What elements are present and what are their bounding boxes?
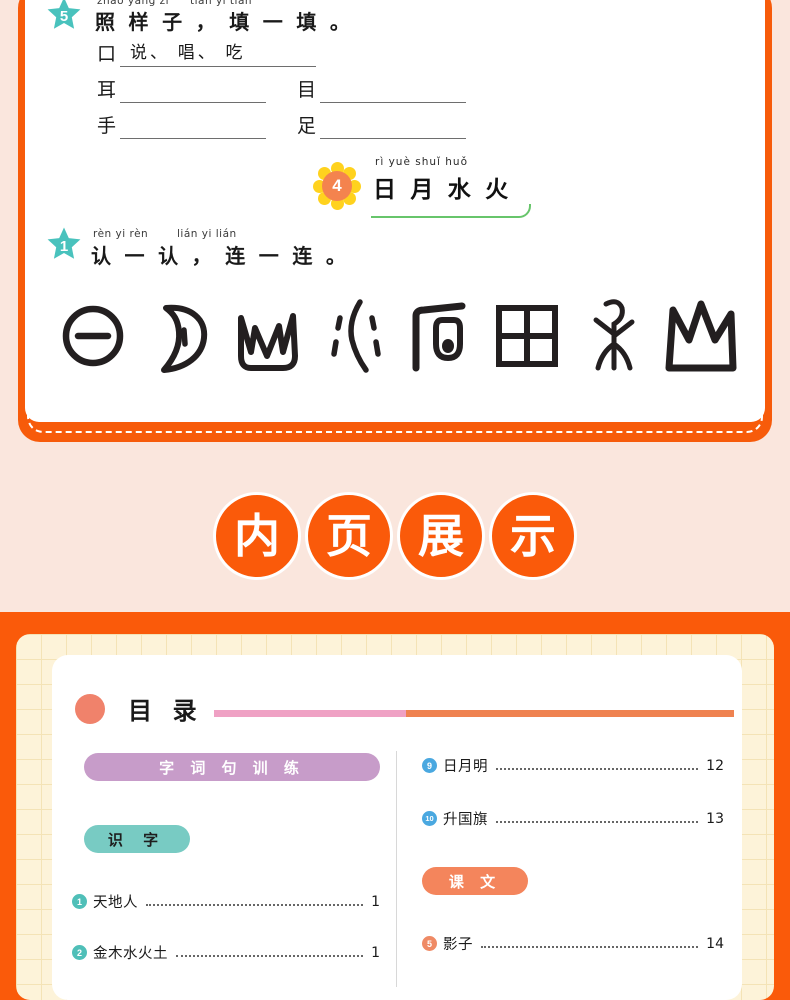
toc-sun-icon xyxy=(66,685,114,733)
toc-entry-shengguoqi[interactable]: 10 升国旗 13 xyxy=(422,808,724,829)
fill-blank-er[interactable] xyxy=(120,78,267,103)
toc-entry-page-2: 1 xyxy=(371,944,380,961)
fill-row-er: 耳 xyxy=(97,78,267,103)
fill-row-kou: 口 说、 唱、 吃 xyxy=(97,42,317,67)
worksheet-white-paper: 5 zhào yàng zi tián yi tián 照 样 子 ， 填 一 … xyxy=(25,0,765,422)
oracle-fire-icon[interactable] xyxy=(229,294,305,374)
toc-section-pill-zicijuxunlian[interactable]: 字 词 句 训 练 xyxy=(84,753,380,781)
toc-section-pill-kewen[interactable]: 课 文 xyxy=(422,867,528,895)
exercise-1-pinyin-left: rèn yi rèn xyxy=(93,228,149,240)
toc-sun-core xyxy=(75,694,105,724)
toc-entry-page-5: 14 xyxy=(706,935,724,952)
exercise-1-number: 1 xyxy=(59,238,69,255)
lesson-4-pinyin: rì yuè shuǐ huǒ xyxy=(375,156,469,168)
oracle-moon-icon[interactable] xyxy=(142,294,218,374)
exercise-1-pinyin-right: lián yi lián xyxy=(177,228,237,240)
fill-blank-zu[interactable] xyxy=(320,114,467,139)
toc-card: 目 录 字 词 句 训 练 识 字 1 天地人 1 2 金木水火土 1 9 日月… xyxy=(52,655,742,1000)
toc-entry-dots-10 xyxy=(496,814,699,823)
toc-rule-pink-segment xyxy=(214,710,406,717)
page-root: 5 zhào yàng zi tián yi tián 照 样 子 ， 填 一 … xyxy=(0,0,790,1000)
banner-char-3: 展 xyxy=(397,492,485,580)
sun-badge-icon: 4 xyxy=(313,162,361,210)
oracle-grain-icon[interactable] xyxy=(576,294,652,374)
toc-entry-jinmushuihuotu[interactable]: 2 金木水火土 1 xyxy=(72,942,380,963)
fill-row-mu: 目 xyxy=(297,78,467,103)
fill-blank-shou[interactable] xyxy=(120,114,267,139)
fill-char-mu: 目 xyxy=(297,80,317,101)
toc-entry-tiandiren[interactable]: 1 天地人 1 xyxy=(72,891,380,912)
oracle-glyph-row xyxy=(41,286,753,382)
toc-entry-number-9: 9 xyxy=(422,758,437,773)
toc-subsection-pill-shizi[interactable]: 识 字 xyxy=(84,825,190,853)
toc-entry-page-10: 13 xyxy=(706,810,724,827)
toc-right-column: 9 日月明 12 10 升国旗 13 课 文 5 影子 14 xyxy=(398,739,742,1000)
toc-entry-dots-2 xyxy=(176,948,364,957)
toc-entry-label-5: 影子 xyxy=(443,937,473,953)
lesson-4-underline xyxy=(371,204,531,218)
oracle-sun-icon[interactable] xyxy=(55,294,131,374)
exercise-5-number: 5 xyxy=(59,8,69,25)
fill-char-shou: 手 xyxy=(97,116,117,137)
exercise-1-star-marker: 1 xyxy=(45,226,83,264)
fill-blank-mu[interactable] xyxy=(320,78,467,103)
toc-entry-number-5: 5 xyxy=(422,936,437,951)
oracle-water-icon[interactable] xyxy=(316,294,392,374)
inner-pages-banner: 内 页 展 示 xyxy=(0,460,790,612)
toc-entry-dots-5 xyxy=(481,939,699,948)
toc-entry-dots-9 xyxy=(496,761,699,770)
fill-row-shou: 手 xyxy=(97,114,267,139)
lesson-4-heading: 4 rì yuè shuǐ huǒ 日 月 水 火 xyxy=(313,156,543,218)
banner-char-2: 页 xyxy=(305,492,393,580)
fill-answer-kou: 说、 唱、 吃 xyxy=(130,43,246,62)
toc-entry-number-2: 2 xyxy=(72,945,87,960)
toc-entry-dots-1 xyxy=(146,897,364,906)
fill-char-zu: 足 xyxy=(297,116,317,137)
toc-entry-label-9: 日月明 xyxy=(443,759,488,775)
toc-title-rule xyxy=(214,710,734,717)
toc-entry-page-9: 12 xyxy=(706,757,724,774)
toc-title: 目 录 xyxy=(128,698,204,725)
banner-char-4: 示 xyxy=(489,492,577,580)
toc-entry-riyueming[interactable]: 9 日月明 12 xyxy=(422,755,724,776)
lesson-4-number: 4 xyxy=(322,171,352,201)
toc-entry-number-1: 1 xyxy=(72,894,87,909)
worksheet-section: 5 zhào yàng zi tián yi tián 照 样 子 ， 填 一 … xyxy=(0,0,790,460)
exercise-1-title: 认 一 认 ， 连 一 连 。 xyxy=(91,246,350,268)
toc-entry-yingzi[interactable]: 5 影子 14 xyxy=(422,933,724,954)
oracle-stone-icon[interactable] xyxy=(402,294,478,374)
toc-left-column: 字 词 句 训 练 识 字 1 天地人 1 2 金木水火土 1 xyxy=(52,739,398,1000)
toc-entry-number-10: 10 xyxy=(422,811,437,826)
fill-char-er: 耳 xyxy=(97,80,117,101)
toc-rule-orange-segment xyxy=(406,710,734,717)
toc-entry-label-10: 升国旗 xyxy=(443,812,488,828)
exercise-5-title: 照 样 子 ， 填 一 填 。 xyxy=(95,12,354,34)
fill-row-zu: 足 xyxy=(297,114,467,139)
lesson-4-title: 日 月 水 火 xyxy=(373,176,513,202)
toc-entry-page-1: 1 xyxy=(371,893,380,910)
exercise-5-star-marker: 5 xyxy=(45,0,83,34)
fill-blank-kou[interactable]: 说、 唱、 吃 xyxy=(120,42,317,67)
toc-header: 目 录 xyxy=(66,685,734,733)
toc-entry-label-1: 天地人 xyxy=(93,895,138,911)
fill-char-kou: 口 xyxy=(97,44,117,65)
oracle-mountain-icon[interactable] xyxy=(663,294,739,374)
toc-body: 字 词 句 训 练 识 字 1 天地人 1 2 金木水火土 1 9 日月明 12… xyxy=(52,739,742,1000)
banner-char-1: 内 xyxy=(213,492,301,580)
toc-entry-label-2: 金木水火土 xyxy=(93,946,168,962)
oracle-field-icon[interactable] xyxy=(489,294,565,374)
